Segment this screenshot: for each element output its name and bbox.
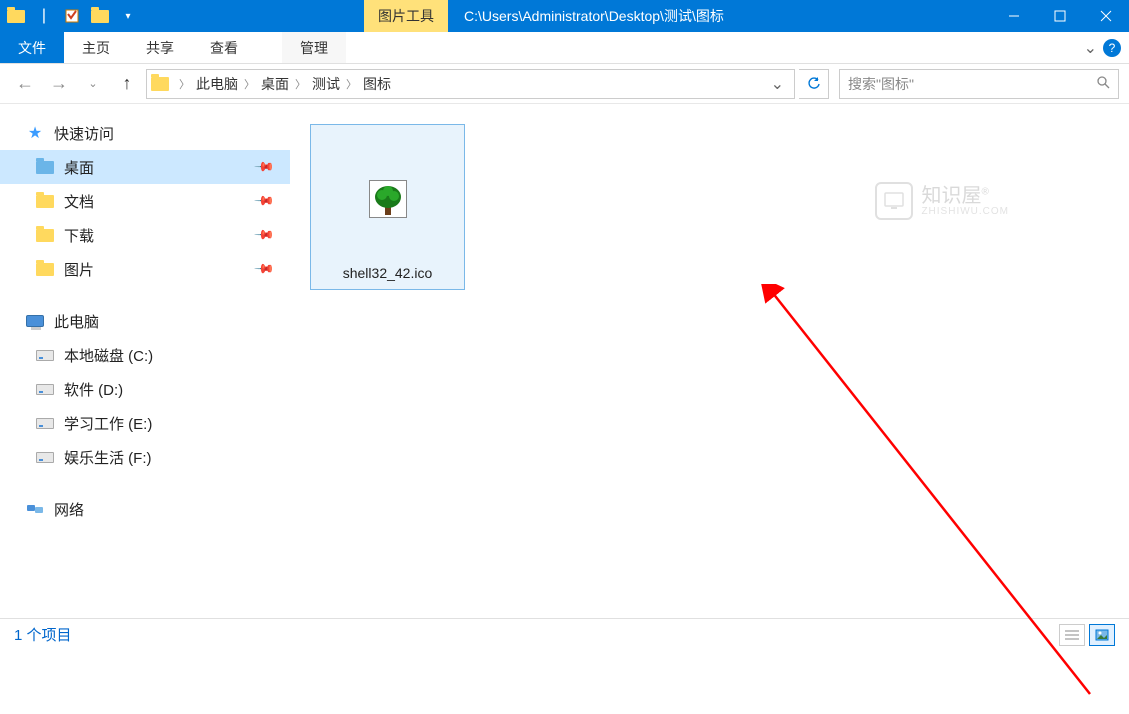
explorer-body: ★ 快速访问 桌面 📌 文档 📌 下载 📌 图片 📌 <box>0 104 1129 618</box>
sidebar-quick-access[interactable]: ★ 快速访问 <box>0 116 290 150</box>
watermark-url: ZHISHIWU.COM <box>921 206 1009 217</box>
folder-icon <box>36 195 54 208</box>
pin-icon: 📌 <box>253 156 276 179</box>
address-bar[interactable]: 〉 此电脑 〉 桌面 〉 测试 〉 图标 ⌄ <box>146 69 795 99</box>
qat-dropdown-icon[interactable]: ▾ <box>118 6 138 26</box>
sidebar-item-label: 文档 <box>64 191 94 212</box>
sidebar-drive-d[interactable]: 软件 (D:) <box>0 372 290 406</box>
file-item[interactable]: shell32_42.ico <box>310 124 465 290</box>
sidebar-label: 网络 <box>54 499 84 520</box>
thumbnails-view-button[interactable] <box>1089 624 1115 646</box>
ribbon-tabs: 文件 主页 共享 查看 管理 ⌄ ? <box>0 32 1129 64</box>
maximize-button[interactable] <box>1037 0 1083 32</box>
folder-icon[interactable] <box>6 6 26 26</box>
status-item-count: 1 个项目 <box>14 624 72 645</box>
breadcrumb[interactable]: 图标 <box>361 74 393 94</box>
sidebar-item-label: 下载 <box>64 225 94 246</box>
disk-icon <box>36 384 54 395</box>
file-tab[interactable]: 文件 <box>0 32 64 63</box>
forward-button[interactable]: → <box>44 69 74 99</box>
network-icon <box>26 500 44 518</box>
sidebar-item-pictures[interactable]: 图片 📌 <box>0 252 290 286</box>
breadcrumb[interactable]: 桌面 <box>259 74 291 94</box>
disk-icon <box>36 350 54 361</box>
tab-home[interactable]: 主页 <box>64 32 128 63</box>
help-icon[interactable]: ? <box>1103 39 1121 57</box>
breadcrumb[interactable]: 此电脑 <box>194 74 240 94</box>
details-view-button[interactable] <box>1059 624 1085 646</box>
chevron-right-icon[interactable]: 〉 <box>240 76 259 92</box>
folder-icon <box>36 229 54 242</box>
sidebar-item-documents[interactable]: 文档 📌 <box>0 184 290 218</box>
ribbon-collapse-icon[interactable]: ⌄ <box>1084 38 1097 58</box>
star-icon: ★ <box>26 124 44 142</box>
pin-icon: 📌 <box>253 190 276 213</box>
sidebar-drive-c[interactable]: 本地磁盘 (C:) <box>0 338 290 372</box>
pin-icon: 📌 <box>253 224 276 247</box>
content-pane[interactable]: shell32_42.ico 知识屋® ZHISHIWU.COM <box>290 104 1129 618</box>
title-bar: | ▾ 图片工具 C:\Users\Administrator\Desktop\… <box>0 0 1129 32</box>
folder-icon <box>151 77 169 91</box>
search-icon[interactable] <box>1096 75 1110 92</box>
contextual-tab-header: 图片工具 <box>364 0 448 32</box>
pc-icon <box>26 315 44 327</box>
sidebar-network[interactable]: 网络 <box>0 492 290 526</box>
close-button[interactable] <box>1083 0 1129 32</box>
sidebar-drive-f[interactable]: 娱乐生活 (F:) <box>0 440 290 474</box>
navigation-bar: ← → ⌄ ↑ 〉 此电脑 〉 桌面 〉 测试 〉 图标 ⌄ 搜索"图标" <box>0 64 1129 104</box>
navigation-pane: ★ 快速访问 桌面 📌 文档 📌 下载 📌 图片 📌 <box>0 104 290 618</box>
chevron-right-icon[interactable]: 〉 <box>175 76 194 92</box>
disk-icon <box>36 418 54 429</box>
sidebar-item-label: 桌面 <box>64 157 94 178</box>
pin-icon: 📌 <box>253 258 276 281</box>
sidebar-item-label: 学习工作 (E:) <box>64 413 152 434</box>
sidebar-item-label: 娱乐生活 (F:) <box>64 447 152 468</box>
chevron-right-icon[interactable]: 〉 <box>342 76 361 92</box>
folder-icon <box>36 263 54 276</box>
file-name: shell32_42.ico <box>317 265 458 281</box>
minimize-button[interactable] <box>991 0 1037 32</box>
sidebar-item-label: 图片 <box>64 259 94 280</box>
watermark-logo-icon <box>875 182 913 220</box>
watermark-brand: 知识屋® <box>921 186 1009 206</box>
qat-separator: | <box>34 6 54 26</box>
disk-icon <box>36 452 54 463</box>
sidebar-label: 此电脑 <box>54 311 99 332</box>
properties-icon[interactable] <box>62 6 82 26</box>
tab-view[interactable]: 查看 <box>192 32 256 63</box>
tab-manage[interactable]: 管理 <box>282 32 346 63</box>
sidebar-item-downloads[interactable]: 下载 📌 <box>0 218 290 252</box>
tab-share[interactable]: 共享 <box>128 32 192 63</box>
sidebar-item-label: 软件 (D:) <box>64 379 123 400</box>
refresh-button[interactable] <box>799 69 829 99</box>
sidebar-item-label: 本地磁盘 (C:) <box>64 345 153 366</box>
sidebar-item-desktop[interactable]: 桌面 📌 <box>0 150 290 184</box>
search-input[interactable]: 搜索"图标" <box>839 69 1119 99</box>
recent-dropdown-icon[interactable]: ⌄ <box>78 69 108 99</box>
quick-access-toolbar: | ▾ <box>0 6 144 26</box>
back-button[interactable]: ← <box>10 69 40 99</box>
search-placeholder: 搜索"图标" <box>848 74 914 94</box>
sidebar-this-pc[interactable]: 此电脑 <box>0 304 290 338</box>
watermark: 知识屋® ZHISHIWU.COM <box>875 182 1009 220</box>
folder-icon <box>36 161 54 174</box>
up-button[interactable]: ↑ <box>112 69 142 99</box>
sidebar-drive-e[interactable]: 学习工作 (E:) <box>0 406 290 440</box>
new-folder-icon[interactable] <box>90 6 110 26</box>
address-dropdown-icon[interactable]: ⌄ <box>765 74 790 94</box>
window-title-path: C:\Users\Administrator\Desktop\测试\图标 <box>464 6 991 26</box>
breadcrumb[interactable]: 测试 <box>310 74 342 94</box>
window-controls <box>991 0 1129 32</box>
status-bar: 1 个项目 <box>0 618 1129 650</box>
sidebar-label: 快速访问 <box>54 123 114 144</box>
tree-icon <box>369 180 407 218</box>
chevron-right-icon[interactable]: 〉 <box>291 76 310 92</box>
